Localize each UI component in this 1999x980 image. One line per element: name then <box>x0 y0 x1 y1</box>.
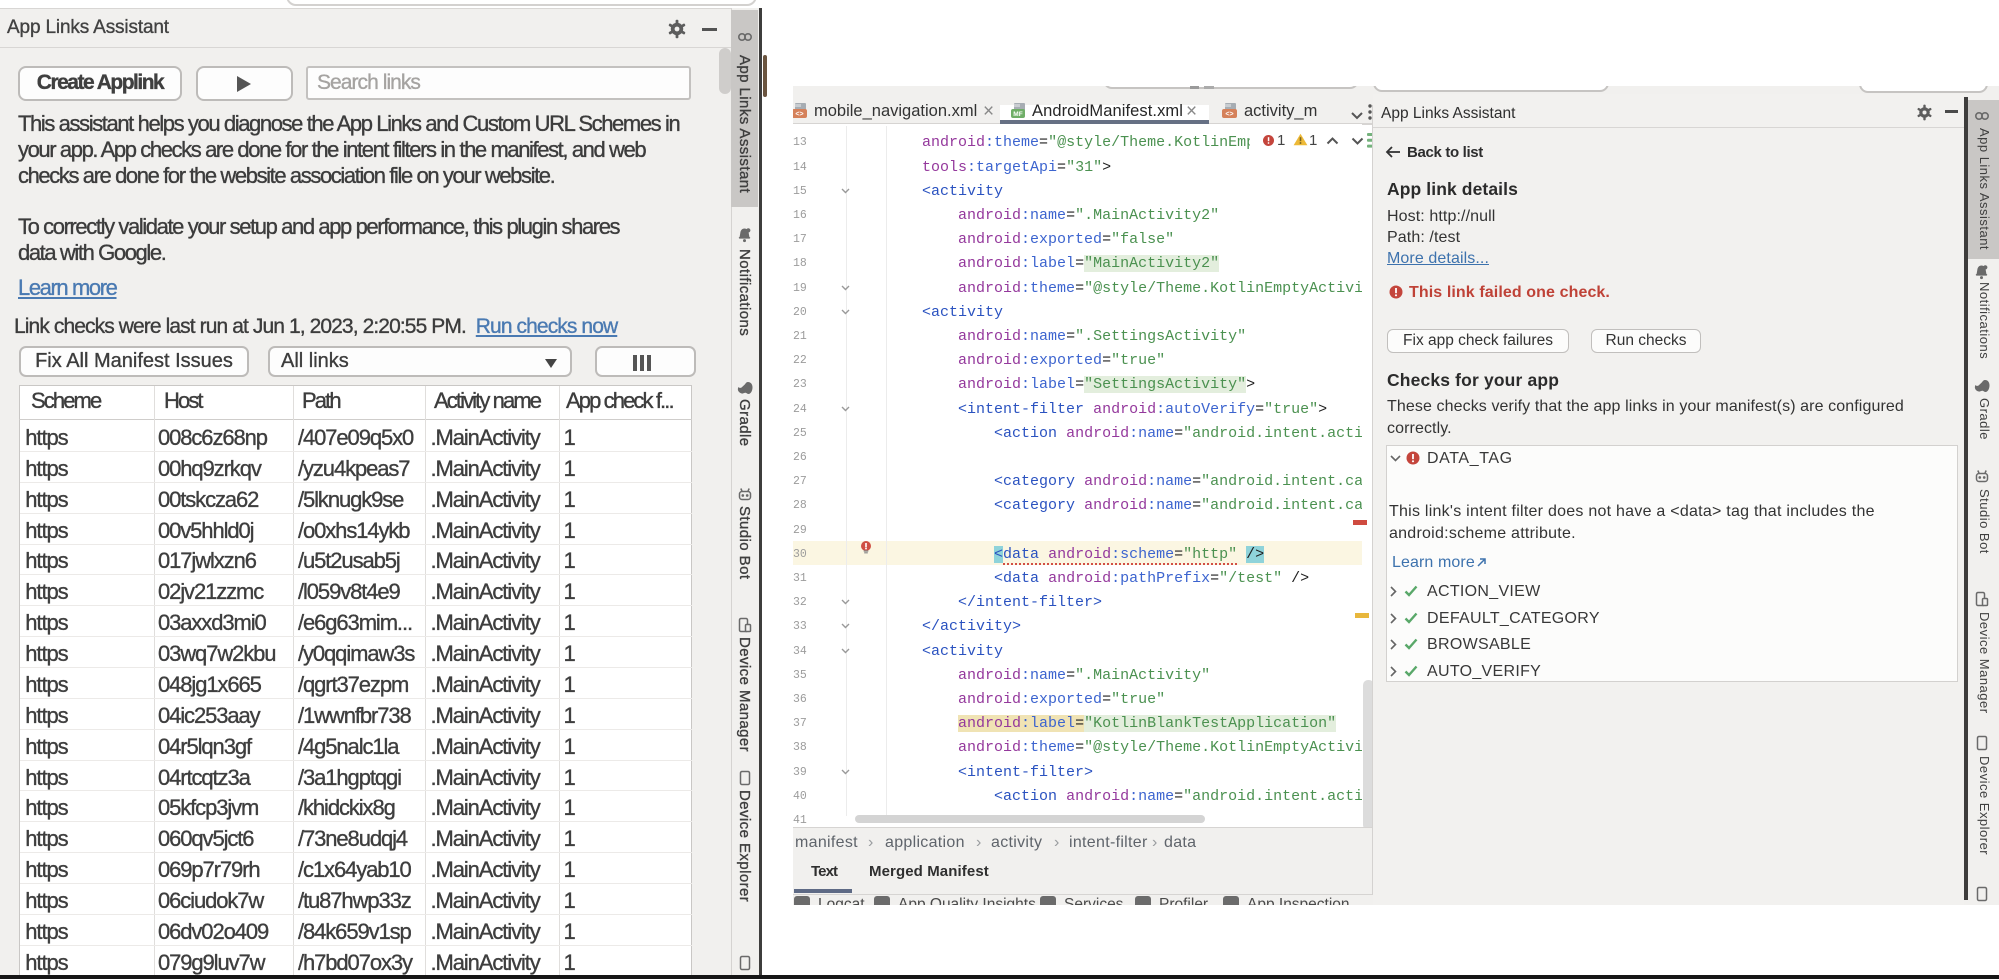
svg-text:MF: MF <box>1013 111 1022 118</box>
svg-text:<>: <> <box>1225 111 1233 118</box>
svg-text:<>: <> <box>795 111 803 118</box>
